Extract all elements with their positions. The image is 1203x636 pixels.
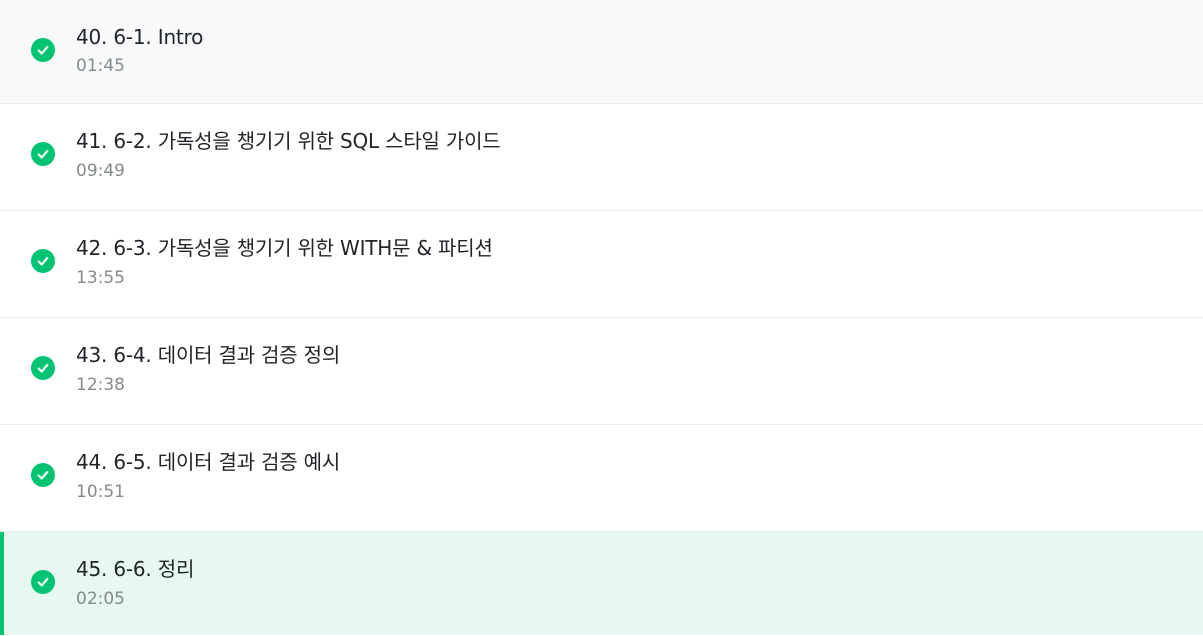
lesson-duration: 13:55 <box>76 268 125 288</box>
lesson-duration: 02:05 <box>76 589 125 609</box>
lesson-item[interactable]: 43. 6-4. 데이터 결과 검증 정의 12:38 <box>0 318 1203 425</box>
lesson-duration: 09:49 <box>76 161 125 181</box>
check-circle-icon <box>31 463 55 487</box>
lesson-title: 43. 6-4. 데이터 결과 검증 정의 <box>76 343 341 367</box>
lesson-title: 41. 6-2. 가독성을 챙기기 위한 SQL 스타일 가이드 <box>76 129 501 153</box>
check-circle-icon <box>31 570 55 594</box>
lesson-item[interactable]: 41. 6-2. 가독성을 챙기기 위한 SQL 스타일 가이드 09:49 <box>0 104 1203 211</box>
check-circle-icon <box>31 356 55 380</box>
lesson-title: 40. 6-1. Intro <box>76 25 204 49</box>
lesson-duration: 10:51 <box>76 482 125 502</box>
check-circle-icon <box>31 142 55 166</box>
lesson-list: 40. 6-1. Intro 01:45 41. 6-2. 가독성을 챙기기 위… <box>0 0 1203 636</box>
lesson-item-current[interactable]: 45. 6-6. 정리 02:05 <box>0 532 1203 635</box>
lesson-title: 42. 6-3. 가독성을 챙기기 위한 WITH문 & 파티션 <box>76 236 493 260</box>
lesson-item[interactable]: 44. 6-5. 데이터 결과 검증 예시 10:51 <box>0 425 1203 532</box>
lesson-item[interactable]: 42. 6-3. 가독성을 챙기기 위한 WITH문 & 파티션 13:55 <box>0 211 1203 318</box>
lesson-duration: 01:45 <box>76 56 125 76</box>
lesson-duration: 12:38 <box>76 375 125 395</box>
check-circle-icon <box>31 38 55 62</box>
lesson-title: 44. 6-5. 데이터 결과 검증 예시 <box>76 450 341 474</box>
lesson-item[interactable]: 40. 6-1. Intro 01:45 <box>0 0 1203 104</box>
lesson-title: 45. 6-6. 정리 <box>76 557 195 581</box>
check-circle-icon <box>31 249 55 273</box>
